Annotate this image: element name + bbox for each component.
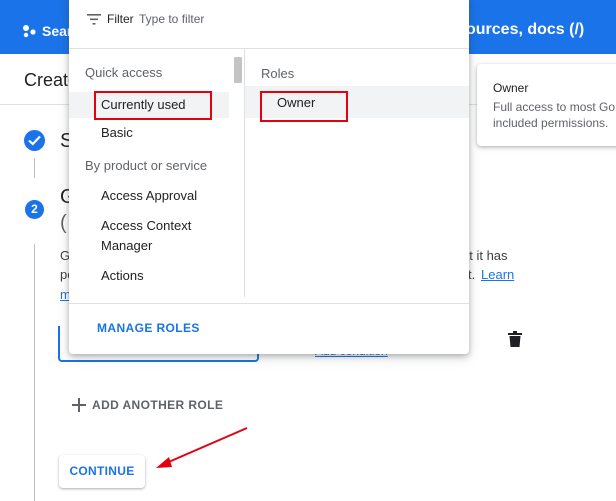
continue-button[interactable]: CONTINUE [59,455,145,488]
group-label-quick-access: Quick access [85,65,163,80]
role-info-description: Full access to most Go included permissi… [493,100,616,130]
roles-column-label: Roles [261,66,295,81]
category-basic[interactable]: Basic [69,123,229,143]
role-info-title: Owner [493,81,529,95]
step2-subtitle: ( [60,212,67,234]
learn-more-link[interactable]: Learn [481,267,514,282]
search-bar-hint[interactable]: ources, docs (/) [466,21,584,39]
category-scrollbar-thumb[interactable] [234,57,242,83]
category-access-approval[interactable]: Access Approval [69,186,229,206]
search-bar-label[interactable]: Sear [42,23,72,39]
step2-description: t. [468,267,476,282]
role-category-list: Quick access Currently used Basic By pro… [69,49,244,297]
search-icon [23,25,36,38]
group-label-by-product: By product or service [85,158,208,173]
role-dropdown: Filter Quick access Currently used Basic… [69,0,469,354]
plus-icon [72,398,86,412]
annotation-arrow [156,427,248,468]
filter-icon [87,14,101,25]
role-info-card: Owner Full access to most Go included pe… [477,64,616,146]
highlight-box-currently-used [94,91,212,120]
filter-input[interactable] [139,10,439,28]
add-another-role-button[interactable]: ADD ANOTHER ROLE [72,396,223,414]
category-access-context-manager[interactable]: Access Context Manager [69,216,214,256]
highlight-box-owner [260,91,348,122]
stepper-line [34,244,35,501]
add-another-role-label: ADD ANOTHER ROLE [92,398,224,412]
step1-complete-icon [24,130,45,151]
manage-roles-button[interactable]: MANAGE ROLES [97,321,200,335]
category-actions[interactable]: Actions [69,266,229,286]
dropdown-footer-divider [69,303,469,304]
filter-label: Filter [107,12,134,26]
delete-icon[interactable] [508,331,522,347]
category-scrollbar[interactable] [233,56,243,296]
stepper-line [34,158,35,178]
step2-number-badge: 2 [25,200,44,219]
